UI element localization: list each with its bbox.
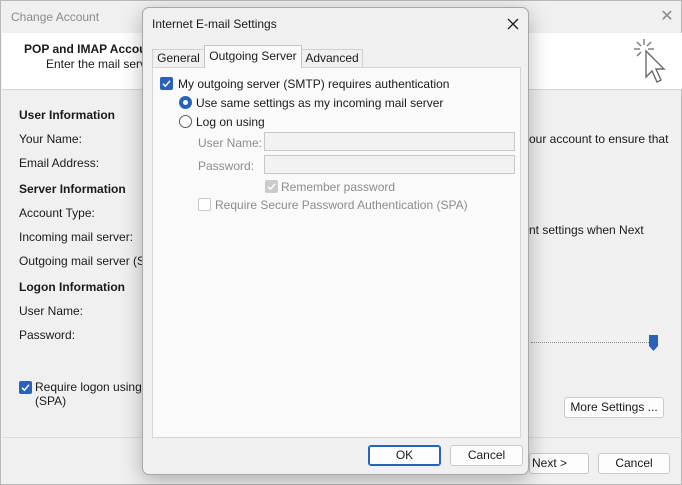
- cancel-button[interactable]: Cancel: [450, 445, 523, 466]
- tab-general[interactable]: General: [152, 49, 205, 68]
- require-spa-checkbox[interactable]: [198, 198, 211, 211]
- slider-track: [531, 342, 655, 343]
- close-icon[interactable]: ✕: [657, 7, 677, 27]
- password-label: Password:: [198, 159, 255, 173]
- require-logon-checkbox[interactable]: [19, 381, 32, 394]
- slider-thumb[interactable]: [649, 335, 658, 351]
- password-label: Password:: [19, 328, 76, 342]
- dialog-title: Internet E-mail Settings: [152, 17, 277, 31]
- smtp-auth-label: My outgoing server (SMTP) requires authe…: [178, 77, 450, 91]
- ok-button[interactable]: OK: [368, 445, 441, 466]
- log-on-using-label: Log on using: [196, 115, 265, 129]
- checkmark-icon: [21, 384, 30, 392]
- require-logon-spa-text: (SPA): [35, 394, 67, 408]
- outgoing-server-label: Outgoing mail server (SM: [19, 254, 156, 268]
- cursor-click-icon: [634, 39, 666, 83]
- next-button[interactable]: Next >: [529, 453, 589, 474]
- user-name-field[interactable]: [264, 132, 515, 151]
- your-name-label: Your Name:: [19, 132, 82, 146]
- use-same-settings-radio[interactable]: [179, 96, 192, 109]
- window-title: Change Account: [11, 10, 100, 24]
- close-icon[interactable]: [503, 14, 523, 34]
- checkmark-icon: [267, 183, 276, 191]
- remember-password-label: Remember password: [281, 180, 396, 194]
- outgoing-server-panel: My outgoing server (SMTP) requires authe…: [152, 67, 521, 438]
- user-name-label: User Name:: [19, 304, 84, 318]
- header-subtitle: Enter the mail server: [46, 57, 157, 71]
- internet-email-settings-dialog: Internet E-mail Settings General Outgoin…: [142, 7, 529, 475]
- info-text-2: nt settings when Next: [529, 223, 644, 237]
- info-text-1: our account to ensure that: [529, 132, 669, 146]
- password-field[interactable]: [264, 155, 515, 174]
- tab-advanced[interactable]: Advanced: [301, 49, 363, 68]
- use-same-settings-label: Use same settings as my incoming mail se…: [196, 96, 444, 110]
- section-server-information: Server Information: [19, 182, 126, 196]
- require-logon-text: Require logon using: [35, 380, 142, 394]
- incoming-server-label: Incoming mail server:: [19, 230, 134, 244]
- log-on-using-radio[interactable]: [179, 115, 192, 128]
- remember-password-checkbox[interactable]: [265, 180, 278, 193]
- checkmark-icon: [162, 80, 171, 88]
- smtp-auth-checkbox[interactable]: [160, 77, 173, 90]
- email-address-label: Email Address:: [19, 156, 100, 170]
- user-name-label: User Name:: [198, 136, 263, 150]
- header-title: POP and IMAP Accour: [24, 42, 152, 56]
- more-settings-button[interactable]: More Settings ...: [564, 397, 664, 418]
- section-logon-information: Logon Information: [19, 280, 125, 294]
- account-type-label: Account Type:: [19, 206, 95, 220]
- tab-outgoing-server[interactable]: Outgoing Server: [204, 45, 302, 68]
- section-user-information: User Information: [19, 108, 116, 122]
- require-spa-label: Require Secure Password Authentication (…: [215, 198, 468, 212]
- require-logon-label: Require logon using (SPA): [35, 380, 142, 408]
- wizard-cancel-button[interactable]: Cancel: [598, 453, 670, 474]
